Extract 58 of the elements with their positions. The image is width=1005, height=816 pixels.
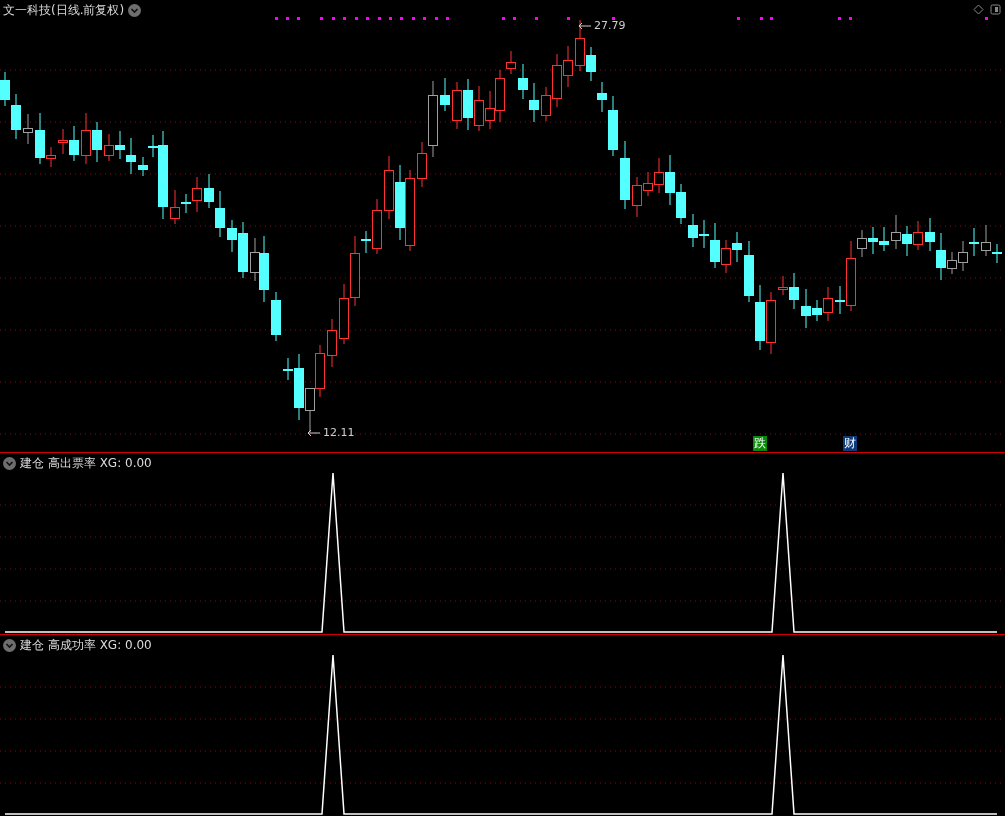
candlestick: [463, 78, 473, 131]
candlestick: [925, 217, 935, 252]
candlestick: [384, 155, 394, 220]
candlestick: [902, 225, 912, 257]
candlestick: [126, 137, 136, 175]
candlestick: [138, 156, 148, 177]
indicator-title: 建仓 高出票率 XG: 0.00: [20, 455, 152, 471]
candlestick: [204, 173, 214, 209]
candlestick: [440, 77, 450, 112]
candlestick: [518, 63, 528, 100]
event-badge[interactable]: 财: [843, 436, 857, 451]
dropdown-icon[interactable]: [3, 456, 16, 470]
candlestick: [688, 213, 698, 248]
candlestick: [0, 71, 10, 107]
candlestick: [58, 128, 68, 155]
dropdown-icon[interactable]: [128, 3, 142, 17]
candlestick: [891, 214, 901, 250]
diamond-icon[interactable]: [973, 4, 984, 15]
candlestick: [485, 90, 495, 130]
candlestick: [69, 125, 79, 162]
candlestick: [755, 284, 765, 351]
candlestick: [452, 81, 462, 130]
candlestick: [620, 140, 630, 210]
candlestick: [654, 157, 664, 194]
window-icon[interactable]: [990, 4, 1001, 15]
arrow-icon: [578, 21, 592, 30]
price-label: 12.11: [323, 426, 355, 439]
candlestick: [23, 113, 33, 145]
price-label: 27.79: [594, 19, 626, 32]
candlestick: [879, 226, 889, 252]
candlestick: [744, 240, 754, 303]
candlestick: [868, 226, 878, 255]
candlestick: [115, 130, 125, 160]
candlestick: [11, 93, 21, 140]
arrow-icon: [307, 428, 321, 437]
candlestick: [81, 112, 91, 165]
candlestick: [215, 190, 225, 238]
indicator-title: 建仓 高成功率 XG: 0.00: [20, 637, 152, 653]
candlestick: [676, 183, 686, 225]
candlestick: [92, 121, 102, 163]
candlestick: [104, 133, 114, 162]
candlestick: [958, 240, 968, 272]
candlestick: [339, 283, 349, 345]
candlestick: [563, 45, 573, 88]
candlestick: [529, 82, 539, 123]
candlestick: [474, 85, 484, 132]
dropdown-icon[interactable]: [3, 638, 16, 652]
candlestick: [969, 227, 979, 257]
stock-title: 文一科技(日线.前复权): [3, 2, 125, 18]
candlestick: [271, 291, 281, 342]
candlestick: [327, 318, 337, 368]
candlestick: [913, 220, 923, 251]
event-badge[interactable]: 跌: [753, 436, 767, 451]
candlestick: [766, 291, 776, 355]
candlestick: [315, 344, 325, 398]
candlestick: [732, 231, 742, 263]
candlestick: [665, 154, 675, 206]
candlestick: [721, 239, 731, 274]
